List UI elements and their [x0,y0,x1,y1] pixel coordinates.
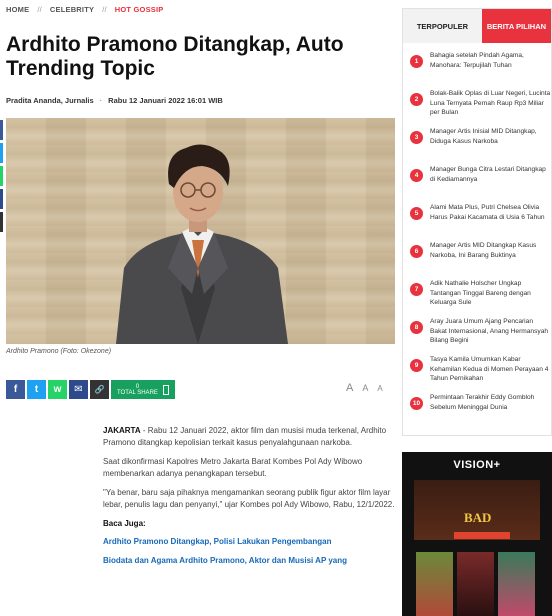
rank-badge: 5 [410,207,423,220]
article-paragraph: Saat dikonfirmasi Kapolres Metro Jakarta… [103,457,363,478]
popular-item-title[interactable]: Permintaan Terakhir Eddy Gombloh Sebelum… [430,393,551,412]
rank-badge: 3 [410,131,423,144]
popular-item-title[interactable]: Bahagia setelah Pindah Agama, Manohara: … [430,51,551,70]
breadcrumb-separator: // [37,5,42,14]
rank-badge: 2 [410,93,423,106]
link-icon: 🔗 [94,385,105,394]
popular-item-title[interactable]: Manager Artis MID Ditangkap Kasus Narkob… [430,241,551,260]
article-hero-photo [6,118,395,344]
rank-badge: 7 [410,283,423,296]
twitter-icon: t [34,384,39,395]
font-size-large-button[interactable]: A [346,382,353,394]
whatsapp-share-button[interactable]: w [48,380,67,399]
popular-item[interactable]: 5 Alami Mata Plus, Putri Chelsea Olivia H… [403,203,551,241]
ad-promo-title: BAD [464,510,492,525]
popular-sidebar: TERPOPULER BERITA PILIHAN 1 Bahagia setel… [402,8,552,436]
popular-item-title[interactable]: Manager Artis Inisial MID Ditangkap, Did… [430,127,551,146]
vision-plus-logo: VISION+ [453,459,501,471]
font-size-controls: AAA [346,382,392,394]
rank-badge: 4 [410,169,423,182]
breadcrumb-celebrity[interactable]: CELEBRITY [50,5,94,14]
breadcrumb-separator: // [102,5,107,14]
related-link-1[interactable]: Ardhito Pramono Ditangkap, Polisi Lakuka… [103,536,395,548]
byline-dot: · [99,96,103,105]
popular-item-title[interactable]: Aray Juara Umum Ajang Pencarian Bakat In… [430,317,551,346]
breadcrumb-home[interactable]: HOME [6,5,29,14]
rank-badge: 8 [410,321,423,334]
popular-item[interactable]: 6 Manager Artis MID Ditangkap Kasus Narko… [403,241,551,279]
read-also-label: Baca Juga: [103,519,146,528]
popular-item-title[interactable]: Bolak-Balik Oplas di Luar Negeri, Lucint… [430,89,551,118]
breadcrumb-hot-gossip[interactable]: HOT GOSSIP [115,5,164,14]
copy-link-button[interactable]: 🔗 [90,380,109,399]
article-paragraph: "Ya benar, baru saja pihaknya mengamanka… [103,488,395,509]
article-authors[interactable]: Pradita Ananda, Jurnalis [6,96,94,105]
article-lead: JAKARTA - Rabu 12 Januari 2022, aktor fi… [103,425,395,449]
left-share-strip [0,120,3,235]
font-size-medium-button[interactable]: A [362,383,368,393]
lead-city: JAKARTA [103,426,141,435]
facebook-icon: f [13,384,18,395]
popular-item[interactable]: 9 Tasya Kamila Umumkan Kabar Kehamilan Ke… [403,355,551,393]
popular-item[interactable]: 2 Bolak-Balik Oplas di Luar Negeri, Lucin… [403,89,551,127]
sidebar-tabs: TERPOPULER BERITA PILIHAN [403,9,551,43]
article-title: Ardhito Pramono Ditangkap, Auto Trending… [6,33,344,80]
facebook-share-button[interactable]: f [6,380,25,399]
email-share-button[interactable]: ✉ [69,380,88,399]
rank-badge: 6 [410,245,423,258]
popular-item-title[interactable]: Alami Mata Plus, Putri Chelsea Olivia Ha… [430,203,551,222]
related-link-2[interactable]: Biodata dan Agama Ardhito Pramono, Aktor… [103,555,395,567]
ad-poster[interactable] [457,552,494,616]
popular-item-title[interactable]: Adik Nathalie Holscher Ungkap Tantangan … [430,279,551,308]
tab-berita-pilihan[interactable]: BERITA PILIHAN [481,9,551,43]
ad-poster[interactable] [416,552,453,616]
tab-terpopuler[interactable]: TERPOPULER [403,9,482,43]
ad-promo-tag [454,532,510,539]
vision-plus-ad[interactable]: VISION+ BAD [402,452,552,616]
ad-poster[interactable] [498,552,535,616]
popular-item[interactable]: 10 Permintaan Terakhir Eddy Gombloh Sebel… [403,393,551,431]
whatsapp-icon: w [53,384,62,395]
popular-item[interactable]: 4 Manager Bunga Citra Lestari Ditangkap d… [403,165,551,203]
article-date: Rabu 12 Januari 2022 16:01 WIB [108,96,223,105]
popular-item[interactable]: 8 Aray Juara Umum Ajang Pencarian Bakat I… [403,317,551,355]
email-icon: ✉ [74,384,83,395]
popular-item[interactable]: 7 Adik Nathalie Holscher Ungkap Tantangan… [403,279,551,317]
rank-badge: 10 [410,397,423,410]
share-bar: f t w ✉ 🔗 0 TOTAL SHARE [6,380,175,399]
rank-badge: 9 [410,359,423,372]
popular-item[interactable]: 3 Manager Artis Inisial MID Ditangkap, Di… [403,127,551,165]
lead-text: - Rabu 12 Januari 2022, aktor film dan m… [103,426,387,447]
person-illustration [116,144,288,344]
photo-caption: Ardhito Pramono (Foto: Okezone) [6,348,112,355]
popular-item-title[interactable]: Manager Bunga Citra Lestari Ditangkap di… [430,165,551,184]
share-counter-icon [162,384,169,395]
total-share-counter: 0 TOTAL SHARE [111,380,175,399]
breadcrumb: HOME // CELEBRITY // HOT GOSSIP [6,5,163,14]
ad-posters [416,552,535,616]
rank-badge: 1 [410,55,423,68]
twitter-share-button[interactable]: t [27,380,46,399]
popular-item-title[interactable]: Tasya Kamila Umumkan Kabar Kehamilan Ked… [430,355,551,384]
popular-list: 1 Bahagia setelah Pindah Agama, Manohara:… [403,43,551,431]
total-share-label: TOTAL SHARE [117,389,158,396]
popular-item[interactable]: 1 Bahagia setelah Pindah Agama, Manohara:… [403,51,551,89]
article-body: JAKARTA - Rabu 12 Januari 2022, aktor fi… [103,425,395,574]
font-size-small-button[interactable]: A [377,384,382,393]
article-byline: Pradita Ananda, Jurnalis · Rabu 12 Januari… [6,96,223,105]
